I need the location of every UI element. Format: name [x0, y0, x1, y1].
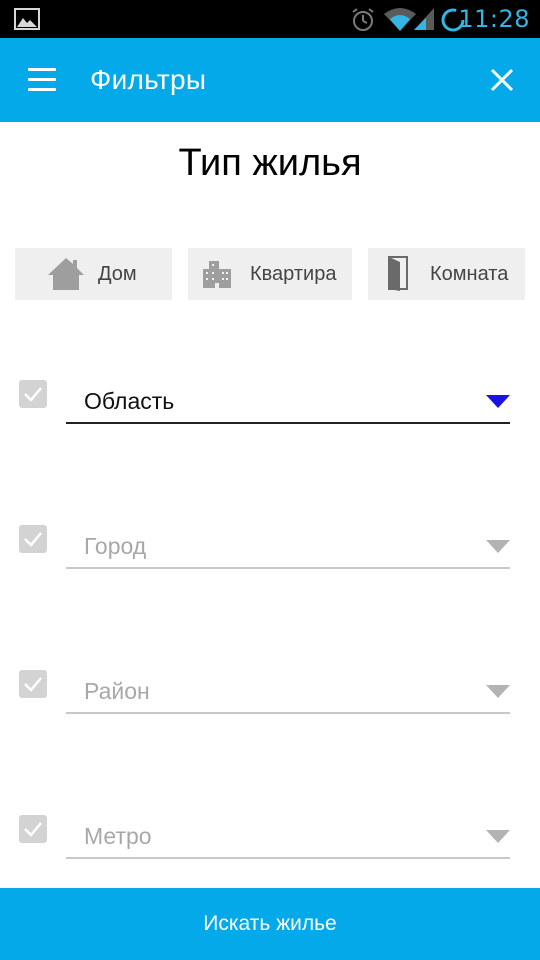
city-dropdown[interactable]: Город	[66, 525, 510, 569]
district-dropdown[interactable]: Район	[66, 670, 510, 714]
dropdown-arrow-icon	[486, 830, 510, 843]
metro-dropdown[interactable]: Метро	[66, 815, 510, 859]
region-checkbox[interactable]	[19, 380, 47, 408]
type-house-label: Дом	[98, 262, 137, 285]
apartment-building-icon	[203, 261, 231, 288]
dropdown-arrow-icon	[486, 685, 510, 698]
alarm-icon	[352, 8, 374, 31]
status-bar: 11:28	[0, 0, 540, 38]
page-title: Фильтры	[90, 64, 207, 95]
underline	[66, 857, 510, 859]
underline	[66, 567, 510, 569]
metro-dropdown-value: Метро	[84, 823, 152, 849]
city-checkbox[interactable]	[19, 525, 47, 553]
hamburger-menu-icon[interactable]	[22, 62, 62, 98]
check-icon	[24, 387, 42, 402]
check-icon	[24, 677, 42, 692]
region-dropdown-value: Область	[84, 388, 175, 414]
district-dropdown-value: Район	[84, 678, 150, 704]
close-icon[interactable]	[482, 60, 522, 100]
clock: 11:28	[458, 5, 530, 33]
filter-row-district: Район	[0, 670, 540, 730]
gallery-icon	[14, 8, 40, 30]
metro-checkbox[interactable]	[19, 815, 47, 843]
check-icon	[24, 532, 42, 547]
house-icon	[48, 258, 84, 290]
type-room-label: Комната	[430, 262, 509, 285]
door-icon	[388, 256, 408, 291]
dropdown-arrow-icon	[486, 540, 510, 553]
district-checkbox[interactable]	[19, 670, 47, 698]
check-icon	[24, 822, 42, 837]
type-house-button[interactable]: Дом	[15, 248, 172, 300]
housing-type-title: Тип жилья	[178, 142, 362, 184]
city-dropdown-value: Город	[84, 533, 147, 559]
type-flat-button[interactable]: Квартира	[188, 248, 352, 300]
type-flat-label: Квартира	[250, 262, 337, 285]
signal-icon	[414, 8, 434, 30]
underline	[66, 422, 510, 424]
toolbar: Фильтры	[0, 38, 540, 122]
filter-row-city: Город	[0, 525, 540, 585]
filter-row-metro: Метро	[0, 815, 540, 875]
underline	[66, 712, 510, 714]
region-dropdown[interactable]: Область	[66, 380, 510, 424]
type-room-button[interactable]: Комната	[368, 248, 525, 300]
filter-row-region: Область	[0, 380, 540, 440]
dropdown-arrow-icon	[486, 395, 510, 408]
search-housing-button[interactable]: Искать жилье	[0, 888, 540, 960]
